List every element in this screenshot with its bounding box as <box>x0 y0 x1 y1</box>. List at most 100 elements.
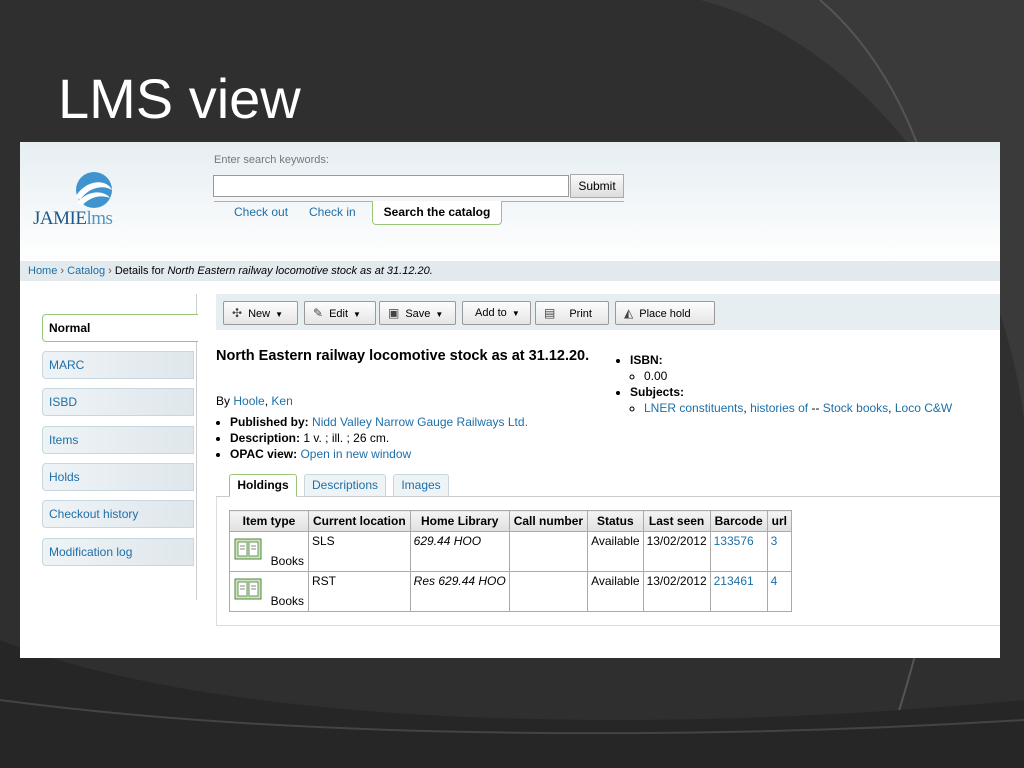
item-type-label: Books <box>270 594 304 608</box>
tab-holdings[interactable]: Holdings <box>229 474 297 497</box>
opac-link[interactable]: Open in new window <box>300 447 411 461</box>
item-type-cell: Books <box>229 571 309 612</box>
plus-icon: ✣ <box>232 306 243 320</box>
location-cell: SLS <box>308 531 411 572</box>
description-item: Description: 1 v. ; ill. ; 26 cm. <box>230 430 630 446</box>
tab-search-catalog[interactable]: Search the catalog <box>372 201 502 225</box>
table-header-row: Item type Current location Home Library … <box>229 510 793 532</box>
add-to-label: Add to <box>475 307 507 319</box>
submit-button[interactable]: Submit <box>570 174 624 198</box>
sidebar-item-marc[interactable]: MARC <box>42 351 194 379</box>
table-row: Books RST Res 629.44 HOO Available 13/02… <box>229 571 793 612</box>
subject-link-3[interactable]: Stock books <box>823 401 888 415</box>
record-author: By Hoole, Ken <box>216 394 293 408</box>
author-link-first[interactable]: Hoole <box>233 394 264 408</box>
save-icon: ▣ <box>388 306 400 320</box>
tab-descriptions[interactable]: Descriptions <box>304 474 386 496</box>
col-url[interactable]: url <box>766 510 793 532</box>
tab-images[interactable]: Images <box>393 474 449 496</box>
edit-button[interactable]: ✎ Edit ▼ <box>304 301 376 325</box>
chevron-down-icon: ▼ <box>275 310 283 319</box>
status-cell: Available <box>587 531 644 572</box>
item-type-label: Books <box>270 554 304 568</box>
published-item: Published by: Nidd Valley Narrow Gauge R… <box>230 414 630 430</box>
subject-dash: -- <box>811 401 820 415</box>
opac-item: OPAC view: Open in new window <box>230 446 630 462</box>
tab-check-out[interactable]: Check out <box>234 205 288 219</box>
edit-label: Edit <box>329 308 349 320</box>
sidebar-item-normal[interactable]: Normal <box>42 314 198 342</box>
breadcrumb-separator: › <box>108 265 112 277</box>
place-hold-button[interactable]: ◭ Place hold <box>615 301 715 325</box>
place-hold-icon: ◭ <box>624 306 634 320</box>
by-label: By <box>216 394 231 408</box>
header: JAMIElms Enter search keywords: Submit C… <box>20 142 1000 262</box>
subject-link-2[interactable]: histories of <box>750 401 808 415</box>
edit-icon: ✎ <box>313 306 324 320</box>
col-status[interactable]: Status <box>587 510 644 532</box>
last-seen-cell: 13/02/2012 <box>642 571 711 612</box>
col-home-library[interactable]: Home Library <box>409 510 510 532</box>
isbn-label: ISBN: <box>630 353 663 367</box>
breadcrumb-separator: › <box>60 265 65 277</box>
barcode-link[interactable]: 133576 <box>714 534 754 548</box>
new-button[interactable]: ✣ New ▼ <box>223 301 298 325</box>
record-details: Published by: Nidd Valley Narrow Gauge R… <box>216 414 630 462</box>
url-link[interactable]: 4 <box>771 574 778 588</box>
publisher-link[interactable]: Nidd Valley Narrow Gauge Railways Ltd. <box>312 415 528 429</box>
add-to-button[interactable]: Add to ▼ <box>462 301 531 325</box>
col-item-type[interactable]: Item type <box>229 510 309 532</box>
breadcrumb-record-title: North Eastern railway locomotive stock a… <box>167 265 433 277</box>
published-label: Published by: <box>230 415 309 429</box>
subject-link-4[interactable]: Loco C&W <box>895 401 952 415</box>
col-call-number[interactable]: Call number <box>508 510 589 532</box>
description-label: Description: <box>230 431 301 445</box>
subject-separator: , <box>888 401 892 415</box>
opac-label: OPAC view: <box>230 447 298 461</box>
author-link-last[interactable]: Ken <box>271 394 292 408</box>
breadcrumb-home[interactable]: Home <box>28 265 57 277</box>
breadcrumb: Home › Catalog › Details for North Easte… <box>20 261 1000 281</box>
book-icon <box>234 538 262 560</box>
breadcrumb-details-label: Details for <box>114 265 165 277</box>
sidebar-item-holds[interactable]: Holds <box>42 463 194 491</box>
subject-link-1[interactable]: LNER constituents <box>644 401 743 415</box>
breadcrumb-catalog[interactable]: Catalog <box>67 265 105 277</box>
print-button[interactable]: ▤ Print <box>535 301 609 325</box>
place-hold-label: Place hold <box>639 308 691 320</box>
tab-check-in[interactable]: Check in <box>309 205 356 219</box>
logo-text: JAMIElms <box>33 208 113 230</box>
detail-tabs: Holdings Descriptions Images <box>216 474 1000 497</box>
barcode-cell: 213461 <box>709 571 768 612</box>
book-icon <box>234 578 262 600</box>
last-seen-cell: 13/02/2012 <box>642 531 711 572</box>
sidebar-item-checkout-history[interactable]: Checkout history <box>42 500 194 528</box>
col-current-location[interactable]: Current location <box>308 510 411 532</box>
location-cell: RST <box>308 571 411 612</box>
isbn-value: 0.00 <box>644 368 1000 384</box>
save-button[interactable]: ▣ Save ▼ <box>379 301 456 325</box>
url-link[interactable]: 3 <box>771 534 778 548</box>
record-title: North Eastern railway locomotive stock a… <box>216 348 590 364</box>
sidebar-item-modification-log[interactable]: Modification log <box>42 538 194 566</box>
search-label: Enter search keywords: <box>214 154 329 166</box>
chevron-down-icon: ▼ <box>511 309 520 318</box>
logo-name: JAMIE <box>33 208 87 229</box>
barcode-link[interactable]: 213461 <box>714 574 754 588</box>
search-input[interactable] <box>213 175 569 197</box>
holdings-table: Item type Current location Home Library … <box>229 510 793 612</box>
sidebar-item-isbd[interactable]: ISBD <box>42 388 194 416</box>
barcode-cell: 133576 <box>709 531 768 572</box>
col-barcode[interactable]: Barcode <box>709 510 768 532</box>
logo-suffix: lms <box>86 208 113 229</box>
record-identifiers: ISBN: 0.00 Subjects: LNER constituents, … <box>616 352 1000 416</box>
table-row: Books SLS 629.44 HOO Available 13/02/201… <box>229 531 793 572</box>
slide-title: LMS view <box>58 67 301 130</box>
col-last-seen[interactable]: Last seen <box>642 510 711 532</box>
url-cell: 3 <box>766 531 793 572</box>
sidebar-item-items[interactable]: Items <box>42 426 194 454</box>
new-label: New <box>248 308 271 320</box>
subjects-item: Subjects: LNER constituents, histories o… <box>630 384 1000 416</box>
chevron-down-icon: ▼ <box>353 310 361 319</box>
save-label: Save <box>405 308 431 320</box>
